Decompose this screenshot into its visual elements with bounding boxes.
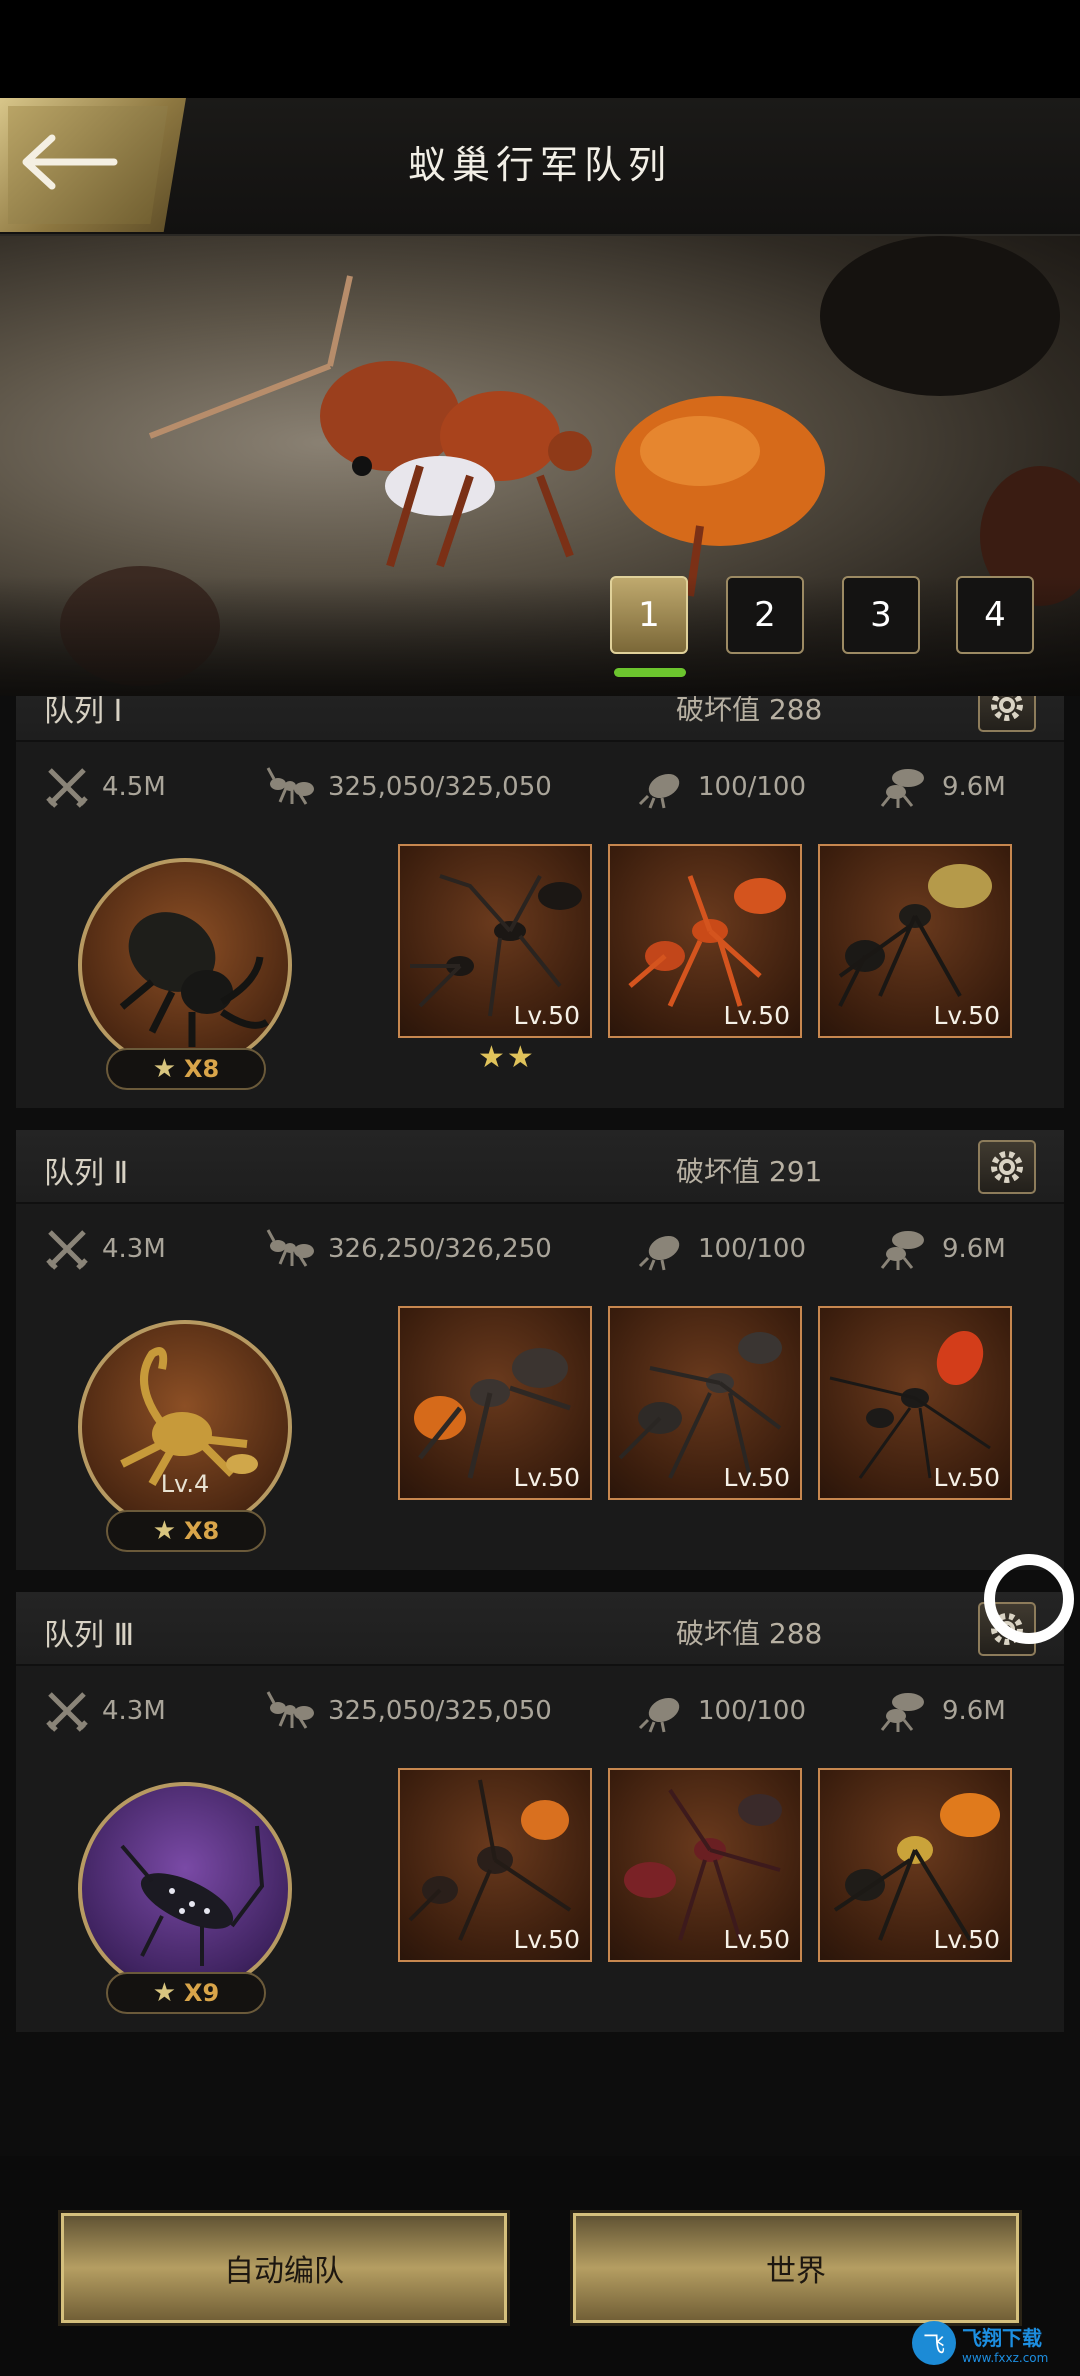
squad-header: 队列 Ⅲ 破坏值 288 <box>16 1592 1064 1666</box>
squad-header: 队列 Ⅰ 破坏值 288 <box>16 696 1064 742</box>
troops-stat: 325,050/325,050 <box>266 1686 552 1736</box>
star-icon: ★ <box>152 1516 177 1546</box>
bugs-stat: 100/100 <box>636 1686 806 1736</box>
star-multiplier-badge: ★ X9 <box>106 1972 266 2014</box>
beetle-icon <box>638 1697 680 1733</box>
ant-load-icon <box>880 769 924 808</box>
tab-4[interactable]: 4 <box>956 576 1034 654</box>
longhorn-beetle-image <box>120 1825 265 1966</box>
ant-card[interactable]: Lv.50 <box>818 844 1012 1038</box>
star-multiplier-badge: ★ X8 <box>106 1510 266 1552</box>
squad-settings-button[interactable] <box>978 1140 1036 1194</box>
ant-card[interactable]: Lv.50 <box>398 1306 592 1500</box>
crossed-swords-icon <box>46 768 88 808</box>
leader-level: Lv.4 <box>160 1470 210 1498</box>
squad-3: 队列 Ⅲ 破坏值 288 4.3M 325,050/325,050 100/10… <box>16 1592 1064 2032</box>
tab-3[interactable]: 3 <box>842 576 920 654</box>
ant-icon <box>266 1229 314 1267</box>
beetle-icon <box>638 773 680 809</box>
floating-assistive-button[interactable] <box>984 1554 1074 1644</box>
troops-stat: 325,050/325,050 <box>266 762 552 812</box>
damage-value: 破坏值 288 <box>676 1617 823 1650</box>
beetle-icon <box>638 1235 680 1271</box>
star-icon: ★ <box>152 1978 177 2008</box>
ant-card[interactable]: Lv.50 <box>398 844 592 1038</box>
star-icon: ★ <box>152 1054 177 1084</box>
damage-value: 破坏值 288 <box>676 696 823 726</box>
crossed-swords-icon <box>46 1692 88 1732</box>
squad-name: 队列 Ⅲ <box>44 1618 135 1653</box>
tab-1[interactable]: 1 <box>610 576 688 654</box>
ant-load-icon <box>880 1693 924 1732</box>
squad-leader-portrait[interactable]: ★ X9 <box>78 1782 292 2014</box>
squad-1: 队列 Ⅰ 破坏值 288 4.5M 325,050/325,050 100/10… <box>16 696 1064 1108</box>
ant-load-icon <box>880 1231 924 1270</box>
damage-value: 破坏值 291 <box>676 1155 823 1188</box>
tab-2[interactable]: 2 <box>726 576 804 654</box>
squad-stats: 4.3M 326,250/326,250 100/100 9.6M <box>16 1204 1064 1294</box>
status-bar <box>0 0 1080 98</box>
world-button[interactable]: 世界 <box>570 2210 1022 2326</box>
ant-card[interactable]: Lv.50 <box>818 1768 1012 1962</box>
ant-icon <box>266 1691 314 1729</box>
attack-stat: 4.5M <box>44 762 166 812</box>
header: 蚁巢行军队列 <box>0 98 1080 236</box>
ant-icon <box>266 767 314 805</box>
rhino-beetle-image <box>119 912 269 1047</box>
squad-stats: 4.5M 325,050/325,050 100/100 9.6M <box>16 742 1064 832</box>
active-tab-indicator <box>614 668 686 677</box>
troops-stat: 326,250/326,250 <box>266 1224 552 1274</box>
ant-card[interactable]: Lv.50 <box>818 1306 1012 1500</box>
squad-settings-button[interactable] <box>978 696 1036 732</box>
page-title: 蚁巢行军队列 <box>407 143 672 187</box>
squad-name: 队列 Ⅱ <box>44 1156 129 1191</box>
squad-stats: 4.3M 325,050/325,050 100/100 9.6M <box>16 1666 1064 1756</box>
ant-card[interactable]: Lv.50 <box>608 1306 802 1500</box>
squad-2: 队列 Ⅱ 破坏值 291 4.3M 326,250/326,250 100/10… <box>16 1130 1064 1570</box>
attack-stat: 4.3M <box>44 1686 166 1736</box>
load-stat: 9.6M <box>874 1224 1006 1274</box>
star-multiplier-badge: ★ X8 <box>106 1048 266 1090</box>
squad-leader-portrait[interactable]: ★ X8 <box>78 858 292 1090</box>
attack-stat: 4.3M <box>44 1224 166 1274</box>
hero-banner: 1 2 3 4 <box>0 236 1080 696</box>
squad-leader-portrait[interactable]: Lv.4 ★ X8 <box>78 1320 292 1552</box>
watermark-logo-icon: 飞 <box>912 2321 956 2365</box>
ant-card[interactable]: Lv.50 <box>608 1768 802 1962</box>
squad-name: 队列 Ⅰ <box>44 696 123 729</box>
squad-header: 队列 Ⅱ 破坏值 291 <box>16 1130 1064 1204</box>
gear-icon <box>991 1151 1023 1183</box>
crossed-swords-icon <box>46 1230 88 1270</box>
ant-card[interactable]: Lv.50 <box>608 844 802 1038</box>
gear-icon <box>991 696 1023 721</box>
load-stat: 9.6M <box>874 1686 1006 1736</box>
squad-list[interactable]: 队列 Ⅰ 破坏值 288 4.5M 325,050/325,050 100/10… <box>0 696 1080 2156</box>
load-stat: 9.6M <box>874 762 1006 812</box>
bugs-stat: 100/100 <box>636 762 806 812</box>
watermark: 飞 飞翔下载 www.fxxz.com <box>912 2318 1072 2368</box>
bugs-stat: 100/100 <box>636 1224 806 1274</box>
card-star-rating: ★★ <box>478 1040 536 1075</box>
scorpion-image <box>120 1347 258 1486</box>
ant-card[interactable]: Lv.50 <box>398 1768 592 1962</box>
auto-formation-button[interactable]: 自动编队 <box>58 2210 510 2326</box>
